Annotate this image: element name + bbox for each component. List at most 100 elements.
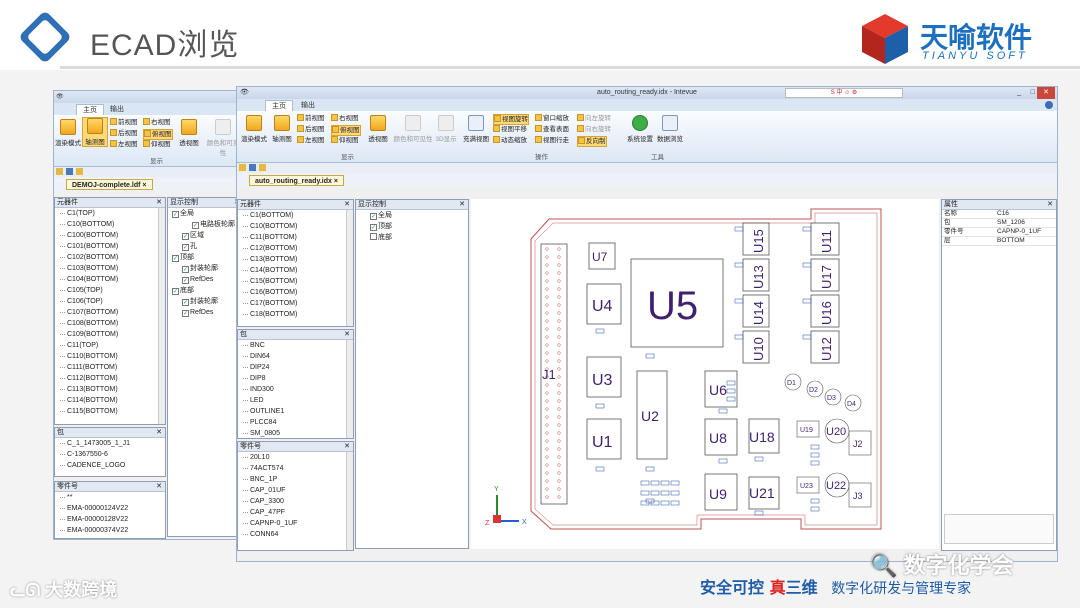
passive-component[interactable] bbox=[645, 466, 655, 472]
component-list-item[interactable]: C114(BOTTOM) bbox=[55, 395, 165, 406]
package-list-item[interactable]: DIP8 bbox=[238, 373, 353, 384]
front-view-button[interactable]: 前视图 bbox=[110, 118, 138, 127]
axis-view-button[interactable]: 轴测图 bbox=[82, 117, 108, 147]
folder-icon[interactable] bbox=[76, 168, 83, 175]
passive-component[interactable] bbox=[810, 460, 820, 466]
checkbox[interactable]: ✓ bbox=[182, 299, 189, 306]
display-tree-item[interactable]: ✓ 孔 bbox=[168, 241, 242, 252]
passive-component[interactable] bbox=[810, 498, 820, 504]
checkbox[interactable]: ✓ bbox=[182, 310, 189, 317]
close-icon[interactable]: ✕ bbox=[156, 198, 162, 208]
tab-home[interactable]: 主页 bbox=[76, 104, 104, 115]
render-mode-button[interactable]: 渲染模式 bbox=[55, 119, 81, 147]
right-view-button[interactable]: 右视图 bbox=[331, 114, 359, 123]
component-list-item[interactable]: C11(BOTTOM) bbox=[238, 232, 353, 243]
package-list-item[interactable]: C-1367550-6 bbox=[55, 449, 165, 460]
part-list-item[interactable]: CONN64 bbox=[238, 529, 353, 540]
part-list-item[interactable]: EMA-00000128V22 bbox=[55, 514, 165, 525]
passive-component[interactable] bbox=[734, 226, 744, 232]
passive-component[interactable] bbox=[645, 353, 655, 359]
component-list-item[interactable]: C10(BOTTOM) bbox=[238, 221, 353, 232]
close-icon[interactable]: ✕ bbox=[156, 428, 162, 438]
package-list-item[interactable]: BNC bbox=[238, 340, 353, 351]
package-list-item[interactable]: DIN64 bbox=[238, 351, 353, 362]
part-list-item[interactable]: CAP_01UF bbox=[238, 485, 353, 496]
part-list-item[interactable]: EMA-00000124V22 bbox=[55, 503, 165, 514]
passive-component[interactable] bbox=[802, 298, 812, 304]
open-icon[interactable] bbox=[239, 164, 246, 171]
open-icon[interactable] bbox=[56, 168, 63, 175]
display-tree-item[interactable]: ✓ 全局 bbox=[356, 210, 468, 221]
component-list-item[interactable]: C104(BOTTOM) bbox=[55, 274, 165, 285]
package-list-item[interactable]: SM_0805 bbox=[238, 428, 353, 438]
display-tree-item[interactable]: ✓ 顶部 bbox=[356, 221, 468, 232]
package-list-item[interactable]: C_1_1473005_1_J1 bbox=[55, 438, 165, 449]
close-icon[interactable]: ✕ bbox=[344, 330, 350, 340]
back-view-button[interactable]: 后视图 bbox=[297, 125, 325, 134]
rotate-right-button[interactable]: 向右旋转 bbox=[577, 125, 611, 134]
display-tree-item[interactable]: ✓ 底部 bbox=[168, 285, 242, 296]
close-icon[interactable]: ✕ bbox=[344, 442, 350, 452]
bottom-view-button[interactable]: 仰视图 bbox=[331, 136, 359, 145]
system-settings-button[interactable]: 系统设置 bbox=[627, 115, 653, 143]
scrollbar[interactable] bbox=[158, 208, 165, 424]
component-list-item[interactable]: C102(BOTTOM) bbox=[55, 252, 165, 263]
checkbox[interactable]: ✓ bbox=[172, 211, 179, 218]
view-surface-button[interactable]: 查看表面 bbox=[535, 125, 569, 134]
checkbox[interactable]: ✓ bbox=[182, 266, 189, 273]
view-rotate-button[interactable]: 视图旋转 bbox=[493, 114, 529, 125]
passive-component[interactable] bbox=[726, 380, 736, 386]
component-list-item[interactable]: C15(BOTTOM) bbox=[238, 276, 353, 287]
passive-component[interactable] bbox=[670, 500, 680, 506]
passive-component[interactable] bbox=[810, 506, 820, 512]
part-list-item[interactable]: CAPNP-0_1UF bbox=[238, 518, 353, 529]
tab-output[interactable]: 输出 bbox=[295, 100, 321, 111]
part-list-item[interactable]: EMA-00000374V22 bbox=[55, 525, 165, 536]
display-tree-item[interactable]: ✓ RefDes bbox=[168, 274, 242, 285]
window-zoom-button[interactable]: 窗口缩放 bbox=[535, 114, 569, 123]
rotate-left-button[interactable]: 向左旋转 bbox=[577, 114, 611, 123]
passive-component[interactable] bbox=[650, 490, 660, 496]
component-list-item[interactable]: C115(BOTTOM) bbox=[55, 406, 165, 417]
display-tree-item[interactable]: ✓ 封装轮廓 bbox=[168, 296, 242, 307]
top-view-button[interactable]: 俯视图 bbox=[331, 125, 361, 136]
scrollbar[interactable] bbox=[346, 210, 353, 326]
passive-component[interactable] bbox=[802, 262, 812, 268]
passive-component[interactable] bbox=[670, 480, 680, 486]
passive-component[interactable] bbox=[718, 458, 728, 464]
save-icon[interactable] bbox=[66, 168, 73, 175]
maximize-button[interactable]: □ bbox=[1031, 87, 1035, 99]
part-list-item[interactable]: CAP_3300 bbox=[238, 496, 353, 507]
close-icon[interactable]: ✕ bbox=[459, 200, 465, 210]
perspective-button[interactable]: 透视图 bbox=[365, 115, 391, 143]
close-icon[interactable]: ✕ bbox=[344, 200, 350, 210]
part-list-item[interactable]: ** bbox=[55, 492, 165, 503]
passive-component[interactable] bbox=[726, 388, 736, 394]
component-list-item[interactable]: C1(BOTTOM) bbox=[238, 210, 353, 221]
front-view-button[interactable]: 前视图 bbox=[297, 114, 325, 123]
component-list-item[interactable]: C12(BOTTOM) bbox=[238, 243, 353, 254]
passive-component[interactable] bbox=[640, 490, 650, 496]
component-list-item[interactable]: C105(TOP) bbox=[55, 285, 165, 296]
axis-view-button[interactable]: 轴测图 bbox=[269, 115, 295, 143]
minimize-button[interactable]: _ bbox=[1017, 87, 1021, 99]
tab-home[interactable]: 主页 bbox=[265, 100, 293, 111]
component-list-item[interactable]: C109(BOTTOM) bbox=[55, 329, 165, 340]
scrollbar[interactable] bbox=[346, 340, 353, 438]
display-tree-item[interactable]: 底部 bbox=[356, 232, 468, 243]
passive-component[interactable] bbox=[734, 298, 744, 304]
passive-component[interactable] bbox=[802, 334, 812, 340]
passive-component[interactable] bbox=[640, 480, 650, 486]
component-list-item[interactable]: C101(BOTTOM) bbox=[55, 241, 165, 252]
passive-component[interactable] bbox=[660, 480, 670, 486]
component-list-item[interactable]: C16(BOTTOM) bbox=[238, 287, 353, 298]
perspective-button[interactable]: 透视图 bbox=[176, 119, 202, 147]
color-visibility-button[interactable]: 颜色和可见性 bbox=[393, 115, 433, 143]
data-browse-button[interactable]: 数据浏览 bbox=[657, 115, 683, 143]
checkbox[interactable]: ✓ bbox=[182, 233, 189, 240]
render-mode-button[interactable]: 渲染模式 bbox=[241, 115, 267, 143]
scrollbar[interactable] bbox=[346, 452, 353, 550]
dynamic-zoom-button[interactable]: 动态缩放 bbox=[493, 136, 527, 145]
close-window-button[interactable]: ✕ bbox=[1037, 87, 1055, 99]
right-view-button[interactable]: 右视图 bbox=[143, 118, 171, 127]
